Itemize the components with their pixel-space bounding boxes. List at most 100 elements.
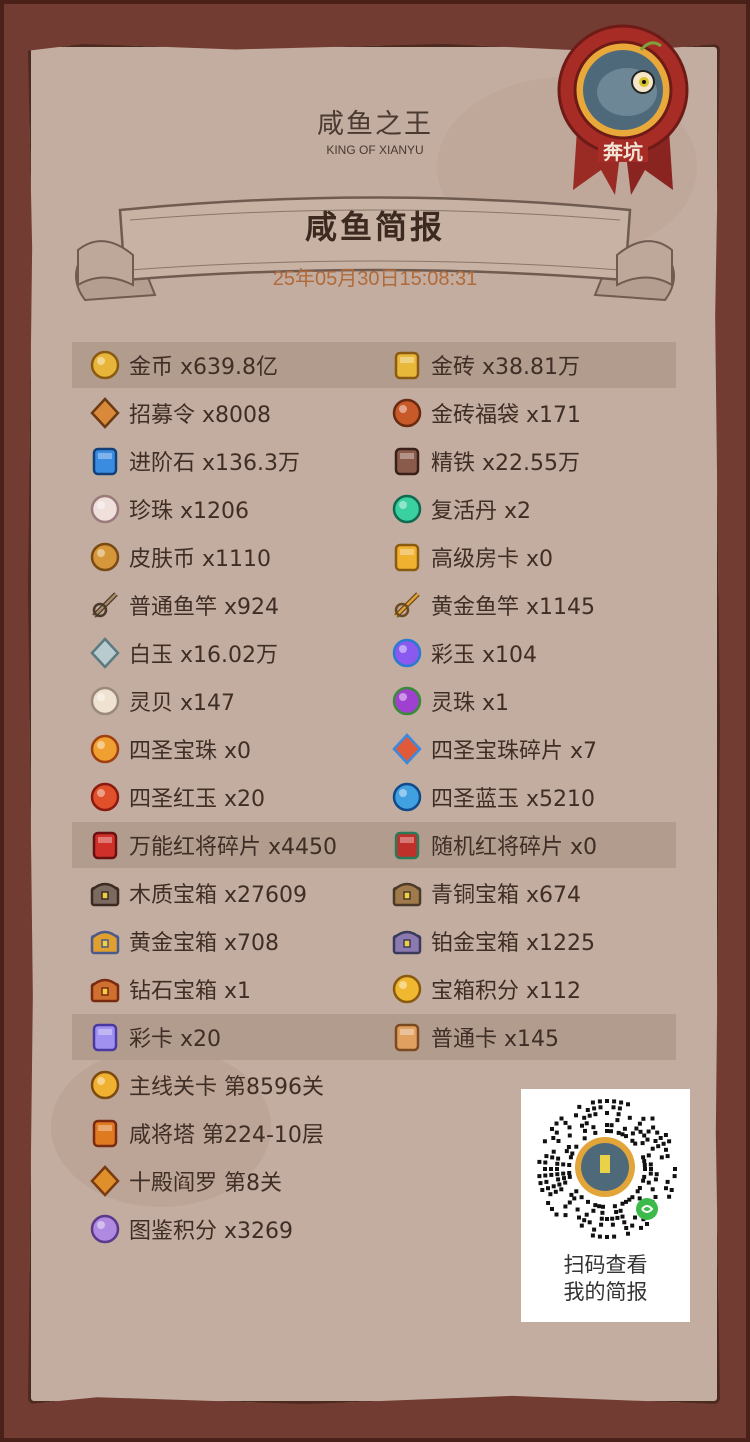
shell-icon — [88, 684, 122, 718]
list-item: 四圣宝珠碎片 x7 — [390, 725, 597, 773]
list-item: 彩玉 x104 — [390, 629, 537, 677]
chest-points-icon — [390, 972, 424, 1006]
qr-caption-line1: 扫码查看 — [563, 1253, 648, 1277]
red-jade-icon — [88, 780, 122, 814]
list-item: 钻石宝箱 x1 — [88, 965, 251, 1013]
item-label: 白玉 x16.02万 — [129, 643, 278, 668]
list-item: 高级房卡 x0 — [390, 533, 553, 581]
list-item: 万能红将碎片 x4450 — [88, 821, 337, 869]
list-item: 随机红将碎片 x0 — [390, 821, 597, 869]
list-item: 金砖福袋 x171 — [390, 389, 581, 437]
list-item: 木质宝箱 x27609 — [88, 869, 307, 917]
color-jade-icon — [390, 636, 424, 670]
item-label: 精铁 x22.55万 — [431, 451, 580, 476]
list-item: 黄金鱼竿 x1145 — [390, 581, 595, 629]
random-shard-icon — [390, 828, 424, 862]
list-item: 普通鱼竿 x924 — [88, 581, 279, 629]
blue-jade-icon — [390, 780, 424, 814]
item-label: 随机红将碎片 x0 — [431, 835, 598, 860]
list-item: 金砖 x38.81万 — [390, 341, 580, 389]
qr-caption-line2: 我的简报 — [563, 1280, 648, 1304]
qr-caption: 扫码查看 我的简报 — [521, 1252, 690, 1306]
list-item: 四圣蓝玉 x5210 — [390, 773, 595, 821]
item-label: 彩玉 x104 — [431, 643, 538, 668]
list-item: 十殿阎罗 第8关 — [88, 1157, 282, 1205]
list-item: 四圣红玉 x20 — [88, 773, 265, 821]
bronze-chest-icon — [390, 876, 424, 910]
seal-badge-icon — [557, 24, 689, 195]
wooden-chest-icon — [88, 876, 122, 910]
list-item: 咸将塔 第224-10层 — [88, 1109, 324, 1157]
pearl-icon — [88, 492, 122, 526]
sacred-orb-icon — [88, 732, 122, 766]
spirit-orb-icon — [390, 684, 424, 718]
item-label: 金砖福袋 x171 — [431, 403, 582, 428]
gold-chest-icon — [88, 924, 122, 958]
codex-points-icon — [88, 1212, 122, 1246]
list-item: 彩卡 x20 — [88, 1013, 221, 1061]
red-general-shard-icon — [88, 828, 122, 862]
item-label: 灵贝 x147 — [129, 691, 236, 716]
list-item: 青铜宝箱 x674 — [390, 869, 581, 917]
orb-shard-icon — [390, 732, 424, 766]
room-card-icon — [390, 540, 424, 574]
list-item: 宝箱积分 x112 — [390, 965, 581, 1013]
list-item: 普通卡 x145 — [390, 1013, 559, 1061]
item-label: 普通卡 x145 — [431, 1027, 560, 1052]
item-label: 普通鱼竿 x924 — [129, 595, 280, 620]
item-label: 复活丹 x2 — [431, 499, 532, 524]
item-label: 四圣宝珠 x0 — [129, 739, 252, 764]
item-label: 十殿阎罗 第8关 — [129, 1171, 282, 1196]
list-item: 进阶石 x136.3万 — [88, 437, 300, 485]
item-label: 青铜宝箱 x674 — [431, 883, 582, 908]
item-label: 珍珠 x1206 — [129, 499, 250, 524]
list-item: 四圣宝珠 x0 — [88, 725, 251, 773]
list-item: 黄金宝箱 x708 — [88, 917, 279, 965]
revive-pill-icon — [390, 492, 424, 526]
item-label: 金币 x639.8亿 — [129, 355, 278, 380]
item-label: 四圣蓝玉 x5210 — [431, 787, 596, 812]
item-label: 万能红将碎片 x4450 — [129, 835, 338, 860]
list-item: 招募令 x8008 — [88, 389, 271, 437]
item-label: 高级房卡 x0 — [431, 547, 554, 572]
item-label: 四圣宝珠碎片 x7 — [431, 739, 598, 764]
item-label: 四圣红玉 x20 — [129, 787, 266, 812]
item-label: 宝箱积分 x112 — [431, 979, 582, 1004]
gold-rod-icon — [390, 588, 424, 622]
list-item: 主线关卡 第8596关 — [88, 1061, 324, 1109]
gold-brick-icon — [390, 348, 424, 382]
list-item: 灵珠 x1 — [390, 677, 509, 725]
list-item: 灵贝 x147 — [88, 677, 235, 725]
item-label: 灵珠 x1 — [431, 691, 510, 716]
item-label: 黄金鱼竿 x1145 — [431, 595, 596, 620]
gold-bag-icon — [390, 396, 424, 430]
item-label: 招募令 x8008 — [129, 403, 272, 428]
gold-coin-icon — [88, 348, 122, 382]
diamond-chest-icon — [88, 972, 122, 1006]
report-datetime: 25年05月30日15:08:31 — [272, 268, 478, 290]
item-label: 皮肤币 x1110 — [129, 547, 272, 572]
item-label: 彩卡 x20 — [129, 1027, 222, 1052]
recruit-token-icon — [88, 396, 122, 430]
item-label: 铂金宝箱 x1225 — [431, 931, 596, 956]
color-card-icon — [88, 1020, 122, 1054]
normal-card-icon — [390, 1020, 424, 1054]
item-label: 图鉴积分 x3269 — [129, 1219, 294, 1244]
item-label: 主线关卡 第8596关 — [129, 1075, 324, 1100]
item-label: 黄金宝箱 x708 — [129, 931, 280, 956]
iron-icon — [390, 444, 424, 478]
tower-icon — [88, 1116, 122, 1150]
fishing-rod-icon — [88, 588, 122, 622]
item-label: 进阶石 x136.3万 — [129, 451, 300, 476]
list-item: 皮肤币 x1110 — [88, 533, 271, 581]
platinum-chest-icon — [390, 924, 424, 958]
item-label: 金砖 x38.81万 — [431, 355, 580, 380]
item-label: 咸将塔 第224-10层 — [129, 1123, 324, 1148]
report-title: 咸鱼简报 — [304, 208, 445, 246]
list-item: 铂金宝箱 x1225 — [390, 917, 595, 965]
main-stage-icon — [88, 1068, 122, 1102]
list-item: 珍珠 x1206 — [88, 485, 249, 533]
qr-code-icon — [537, 1099, 677, 1239]
list-item: 精铁 x22.55万 — [390, 437, 580, 485]
item-label: 钻石宝箱 x1 — [129, 979, 252, 1004]
